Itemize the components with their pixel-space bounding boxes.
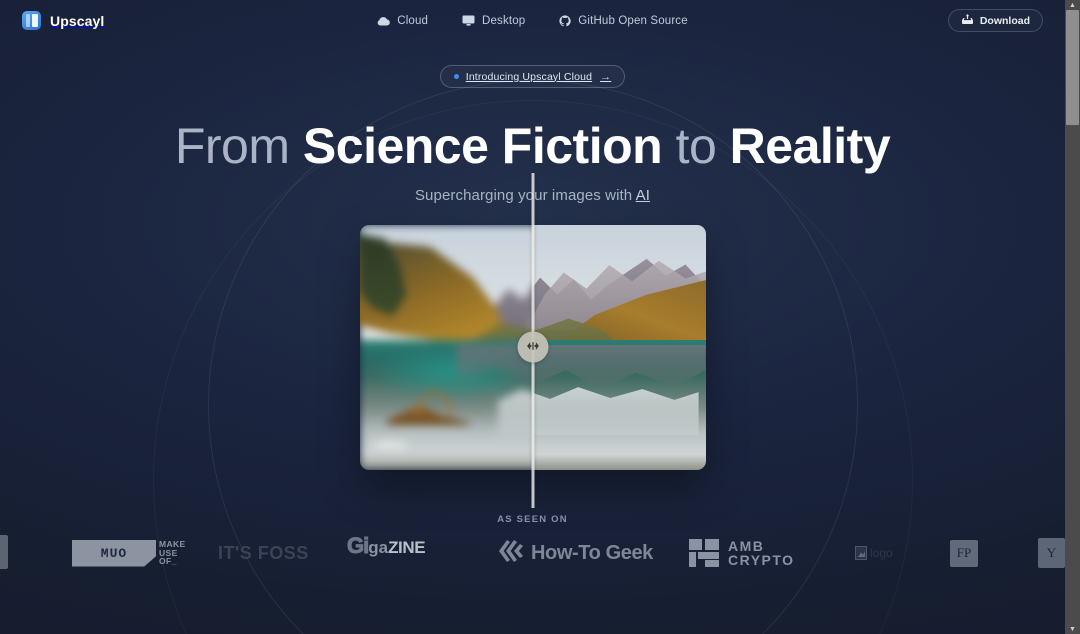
water-foam — [373, 440, 408, 450]
scrollbar-down-arrow[interactable]: ▼ — [1065, 624, 1080, 634]
announcement-badge[interactable]: Introducing Upscayl Cloud → — [439, 65, 626, 88]
y-logo-box: Y — [1038, 538, 1065, 568]
how-to-geek-mark-icon — [498, 539, 524, 568]
as-seen-on-label: AS SEEN ON — [497, 514, 568, 525]
image-comparison-slider[interactable] — [359, 172, 706, 508]
how-to-geek-wordmark: How-To Geek — [531, 541, 653, 564]
scrollbar-thumb[interactable] — [1066, 10, 1079, 125]
hero-section: Introducing Upscayl Cloud → From Science… — [0, 41, 1065, 508]
scrollbar-up-arrow[interactable]: ▲ — [1065, 0, 1080, 10]
nav-link-cloud-label: Cloud — [397, 14, 429, 27]
logo-item-broken-image[interactable]: logo — [855, 533, 893, 573]
browser-viewport: Upscayl Cloud Desktop GitHub Open Source… — [0, 0, 1080, 634]
brand-logo-link[interactable]: Upscayl — [22, 11, 104, 30]
comparison-slider-handle[interactable] — [517, 331, 548, 363]
vertical-scrollbar[interactable]: ▲ ▼ — [1065, 0, 1080, 634]
amb-line-2: CRYPTO — [728, 552, 795, 568]
broken-image-icon — [855, 546, 867, 560]
download-button[interactable]: Download — [947, 9, 1043, 32]
download-button-label: Download — [979, 14, 1030, 27]
status-dot-icon — [453, 74, 459, 79]
nav-link-cloud[interactable]: Cloud — [377, 15, 428, 27]
nav-link-desktop[interactable]: Desktop — [462, 15, 525, 27]
gigazine-part-2: ga — [368, 538, 389, 557]
logo-item-fp[interactable]: FP — [950, 533, 978, 573]
github-cat-icon — [559, 14, 571, 27]
amb-crypto-wordmark: AMB CRYPTO — [728, 539, 795, 567]
muo-badge-text: MUO — [100, 545, 128, 561]
gigazine-part-1: Gi — [346, 533, 369, 559]
headline-part-2: Science Fiction — [302, 118, 663, 174]
before-image-blurred — [359, 224, 533, 470]
headline-part-3: to — [662, 118, 730, 174]
announcement-badge-label: Introducing Upscayl Cloud — [465, 70, 593, 83]
broken-image-alt-text: logo — [870, 546, 893, 560]
download-tray-icon — [961, 13, 974, 28]
headline-part-4: Reality — [729, 118, 891, 174]
press-logo-strip: MUO MAKE USE OF_ IT'S FOSS Gi ga ZINE Ho… — [0, 533, 1065, 573]
nav-links-group: Cloud Desktop GitHub Open Source — [0, 15, 1065, 27]
make-use-of-wordmark: MAKE USE OF_ — [159, 540, 186, 566]
muo-badge-icon: MUO — [72, 539, 156, 567]
ai-link[interactable]: AI — [636, 187, 650, 204]
after-image-upscaled — [532, 224, 706, 470]
muo-line-3: OF_ — [159, 556, 177, 567]
upscayl-logo-icon — [22, 11, 41, 30]
amb-line-1: AMB — [728, 538, 765, 554]
fp-logo-box: FP — [950, 539, 978, 567]
arrow-right-icon: → — [600, 70, 612, 83]
cloud-icon — [377, 16, 391, 26]
logo-item-gigazine[interactable]: Gi ga ZINE — [346, 533, 426, 573]
headline-part-1: From — [174, 118, 303, 174]
page-content: Upscayl Cloud Desktop GitHub Open Source… — [0, 0, 1065, 634]
gigazine-part-3: ZINE — [388, 538, 426, 557]
logo-item-y[interactable]: Y — [1038, 533, 1065, 573]
logo-item-its-foss[interactable]: IT'S FOSS — [218, 533, 309, 573]
logo-item-how-to-geek[interactable]: How-To Geek — [498, 533, 653, 573]
top-navigation-bar: Upscayl Cloud Desktop GitHub Open Source… — [0, 0, 1065, 41]
hero-subtitle-text: Supercharging your images with — [414, 186, 636, 204]
logo-item-make-use-of[interactable]: MUO MAKE USE OF_ — [72, 533, 186, 573]
nav-link-desktop-label: Desktop — [482, 14, 526, 27]
logo-item-amb-crypto[interactable]: AMB CRYPTO — [689, 533, 795, 573]
desktop-monitor-icon — [462, 15, 475, 26]
brand-name: Upscayl — [50, 12, 105, 29]
left-right-arrows-icon — [525, 338, 540, 356]
amb-crypto-mark-icon — [689, 539, 719, 567]
landscape-scene-after — [532, 224, 706, 470]
landscape-scene-before — [359, 224, 533, 470]
nav-link-github[interactable]: GitHub Open Source — [559, 14, 688, 27]
clipped-logo-left — [0, 535, 8, 569]
page-title: From Science Fiction to Reality — [0, 120, 1065, 173]
nav-link-github-label: GitHub Open Source — [578, 14, 688, 27]
